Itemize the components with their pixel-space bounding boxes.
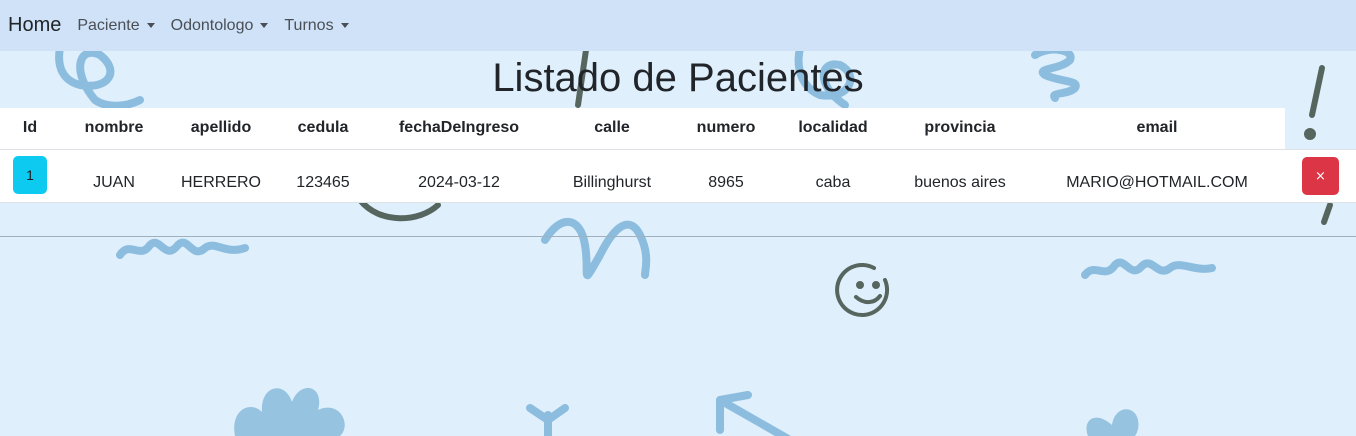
caret-down-icon (340, 23, 349, 28)
cell-fecha-ingreso: 2024-03-12 (418, 174, 500, 191)
column-header-fecha: fechaDeIngreso (398, 119, 520, 136)
nav-dropdown-label: Turnos (284, 16, 334, 34)
column-header-apellido: apellido (190, 119, 252, 136)
flower-doodle-icon (234, 388, 345, 436)
mark-doodle-icon (1321, 202, 1333, 225)
cell-nombre: JUAN (93, 174, 135, 191)
column-header-cedula: cedula (297, 119, 349, 136)
nav-dropdown-label: Paciente (77, 16, 140, 34)
delete-patient-button[interactable]: × (1302, 157, 1339, 195)
nav-dropdown-turnos[interactable]: Turnos (284, 16, 349, 35)
sprout-doodle-icon (526, 404, 569, 436)
column-header-id: Id (22, 119, 38, 136)
cell-localidad: caba (815, 174, 851, 191)
cell-provincia: buenos aires (914, 174, 1006, 191)
column-header-provincia: provincia (924, 119, 996, 136)
column-header-calle: calle (594, 119, 630, 136)
nav-dropdown-label: Odontologo (170, 16, 254, 34)
horizontal-divider (0, 236, 1356, 237)
cell-calle: Billinghurst (572, 174, 652, 191)
smiley-doodle-icon (835, 262, 889, 317)
zigzag-doodle-icon (1081, 258, 1216, 279)
column-header-email: email (1136, 119, 1178, 136)
cell-numero: 8965 (708, 174, 744, 191)
home-link[interactable]: Home (8, 14, 61, 37)
cell-cedula: 123465 (296, 174, 350, 191)
column-header-numero: numero (696, 119, 756, 136)
caret-down-icon (146, 23, 155, 28)
cell-email: MARIO@HOTMAIL.COM (1066, 174, 1248, 191)
exclamation-dot-icon (1304, 128, 1316, 140)
zigzag-doodle-icon (116, 238, 249, 259)
nav-dropdown-odontologo[interactable]: Odontologo (171, 17, 269, 35)
column-header-localidad: localidad (798, 119, 868, 136)
column-header-nombre: nombre (84, 119, 144, 136)
wave-doodle-icon (541, 217, 651, 280)
page-title: Listado de Pacientes (492, 56, 864, 100)
patient-id-button[interactable]: 1 (13, 156, 47, 194)
cell-apellido: HERRERO (180, 174, 262, 191)
nav-dropdown-paciente[interactable]: Paciente (77, 16, 155, 35)
leaf-doodle-icon (1086, 409, 1139, 436)
arrow-doodle-icon (716, 391, 792, 436)
caret-down-icon (260, 23, 269, 28)
top-navbar: Home Paciente Odontologo Turnos (0, 0, 1356, 51)
